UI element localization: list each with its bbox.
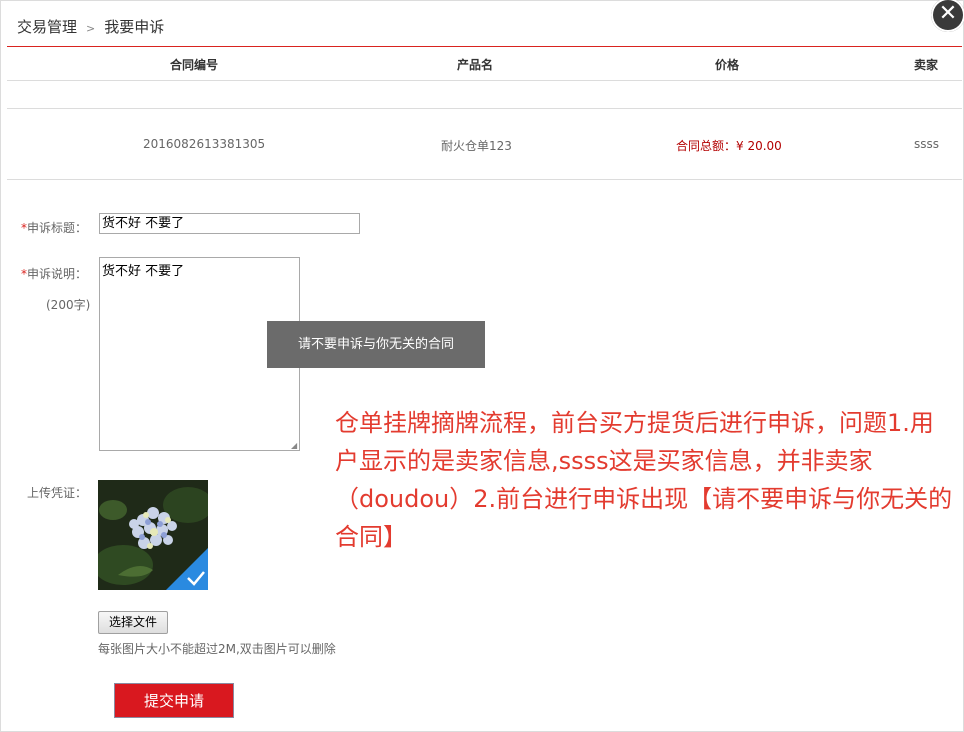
uploaded-image-thumbnail[interactable] (98, 480, 208, 590)
col-header-contract: 合同编号 (170, 58, 219, 72)
price-cell: 合同总额：¥ 20.00 (676, 137, 782, 154)
col-header-product: 产品名 (457, 58, 494, 72)
choose-file-button[interactable]: 选择文件 (98, 611, 168, 634)
table-divider (7, 179, 962, 180)
description-label-text: 申诉说明： (27, 267, 88, 281)
breadcrumb-separator: > (86, 22, 96, 35)
title-label: *申诉标题： (21, 219, 87, 236)
breadcrumb: 交易管理 > 我要申诉 (17, 16, 164, 37)
col-header-seller: 卖家 (914, 58, 939, 72)
toast-message: 请不要申诉与你无关的合同 (267, 321, 485, 368)
hydrangea-photo (98, 480, 208, 590)
breadcrumb-current: 我要申诉 (104, 18, 165, 36)
price-label: 合同总额： (676, 139, 737, 153)
header-divider (7, 46, 962, 47)
title-label-text: 申诉标题： (27, 221, 88, 235)
seller-name: ssss (914, 137, 940, 151)
product-name: 耐火仓单123 (441, 139, 512, 153)
description-text: 货不好 不要了 (102, 264, 185, 279)
annotation-note: 仓单挂牌摘牌流程，前台买方提货后进行申诉，问题1.用户显示的是卖家信息,ssss… (335, 409, 953, 551)
table-divider (7, 80, 962, 81)
contract-number: 2016082613381305 (143, 137, 266, 151)
description-limit: (200字) (46, 298, 91, 312)
submit-button[interactable]: 提交申请 (114, 683, 234, 718)
table-divider (7, 108, 962, 109)
close-icon[interactable]: ✕ (931, 0, 964, 32)
title-input[interactable]: 货不好 不要了 (99, 213, 360, 234)
upload-label: 上传凭证： (27, 486, 88, 500)
price-value: ¥ 20.00 (736, 139, 782, 153)
upload-hint: 每张图片大小不能超过2M,双击图片可以删除 (98, 642, 336, 656)
resize-handle-icon[interactable]: ◢ (291, 442, 298, 450)
description-label: *申诉说明： (21, 265, 87, 282)
col-header-price: 价格 (715, 58, 740, 72)
breadcrumb-parent[interactable]: 交易管理 (17, 18, 77, 36)
